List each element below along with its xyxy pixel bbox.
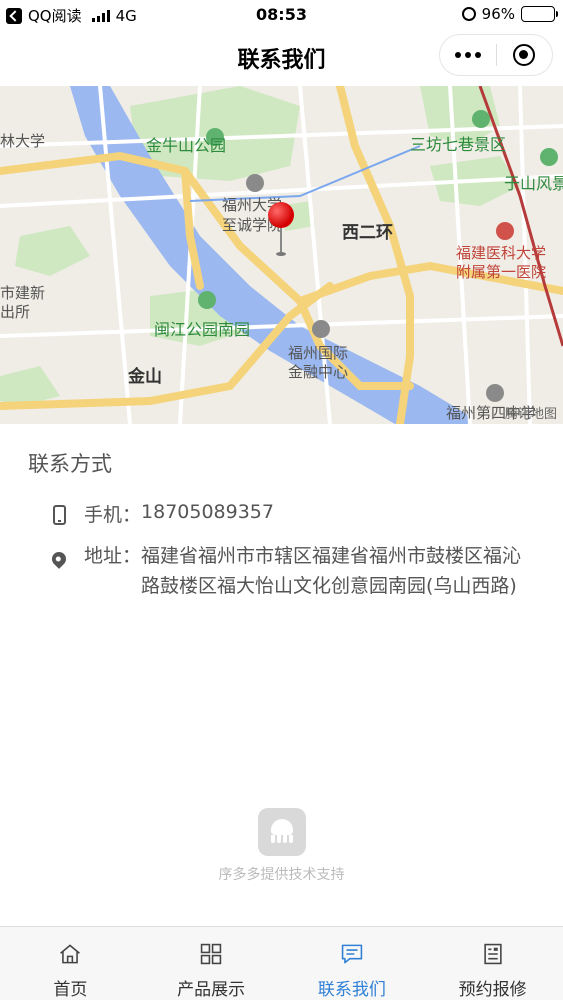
- tech-support-text: 序多多提供技术支持: [218, 867, 345, 883]
- grid-icon: [200, 943, 222, 965]
- battery-percent: 96%: [481, 5, 515, 23]
- map-label-sanfang: 三坊七巷景区: [410, 135, 507, 154]
- location-icon: [49, 549, 69, 569]
- map-label-jinshan: 金山: [128, 367, 162, 387]
- map-label-hospital-2: 附属第一医院: [456, 263, 547, 281]
- target-icon: [513, 44, 536, 66]
- phone-number[interactable]: 18705089357: [141, 500, 274, 524]
- provider-logo: [258, 808, 306, 856]
- phone-row[interactable]: 手机： 18705089357: [48, 500, 274, 527]
- battery-icon: [521, 6, 558, 22]
- hospital-poi-icon: [496, 222, 514, 240]
- location-map[interactable]: 金牛山公园 三坊七巷景区 于山风景 福州大学 至诚学院 西二环 福建医科大学 附…: [0, 86, 563, 424]
- map-label-park: 金牛山公园: [146, 136, 227, 155]
- map-label-minjiang: 闽江公园南园: [154, 320, 251, 339]
- park-poi-icon: [198, 291, 216, 309]
- tab-home[interactable]: 首页: [0, 927, 141, 1000]
- contact-section-title: 联系方式: [28, 452, 112, 476]
- home-icon: [60, 944, 81, 964]
- map-provider-logo: 腾讯地图: [504, 407, 557, 422]
- scenic-poi-icon: [472, 110, 490, 128]
- map-label-hospital-1: 福建医科大学: [456, 244, 547, 262]
- more-menu-icon[interactable]: [440, 52, 496, 58]
- map-label-jianxin-1: 市建新: [0, 284, 46, 302]
- form-icon: [483, 943, 502, 965]
- tab-label-products: 产品展示: [177, 980, 246, 1000]
- map-label-jianxin-2: 出所: [0, 303, 31, 321]
- school-poi-icon: [246, 174, 264, 192]
- tab-repair[interactable]: 预约报修: [422, 927, 563, 1000]
- address-text: 福建省福州市市辖区福建省福州市鼓楼区福沁路鼓楼区福大怡山文化创意园南园(乌山西路…: [141, 545, 522, 597]
- map-label-xierhuan: 西二环: [342, 223, 393, 243]
- tab-contact[interactable]: 联系我们: [282, 927, 423, 1000]
- close-miniprogram-button[interactable]: [497, 44, 553, 66]
- location-pin-icon[interactable]: [268, 202, 294, 256]
- phone-icon: [52, 505, 66, 525]
- address-row: 地址： 福建省福州市市辖区福建省福州市鼓楼区福沁路鼓楼区福大怡山文化创意园南园(…: [48, 545, 521, 601]
- map-label-finance-1: 福州国际: [288, 344, 349, 362]
- school-poi-icon: [486, 384, 504, 402]
- tab-label-repair: 预约报修: [458, 980, 527, 1000]
- address-label: 地址：: [84, 545, 142, 567]
- status-bar: QQ阅读 4G 08:53 96%: [0, 0, 563, 30]
- tab-bar: 首页 产品展示 联系我们 预约报修: [0, 926, 563, 1000]
- scenic-poi-icon: [540, 148, 558, 166]
- orientation-lock-icon: [461, 7, 476, 21]
- tab-products[interactable]: 产品展示: [141, 927, 282, 1000]
- status-right: 96%: [461, 5, 558, 23]
- tab-label-home: 首页: [53, 980, 88, 1000]
- map-label-finance-2: 金融中心: [288, 363, 349, 381]
- map-label-linda: 林大学: [0, 132, 46, 150]
- chat-icon: [341, 944, 363, 964]
- octopus-icon: [269, 819, 295, 845]
- navbar: 联系我们: [0, 30, 563, 86]
- building-poi-icon: [312, 320, 330, 338]
- phone-label: 手机：: [84, 504, 142, 526]
- tab-label-contact: 联系我们: [317, 980, 386, 1000]
- miniprogram-capsule: [439, 34, 553, 76]
- map-label-yushan: 于山风景: [504, 174, 563, 193]
